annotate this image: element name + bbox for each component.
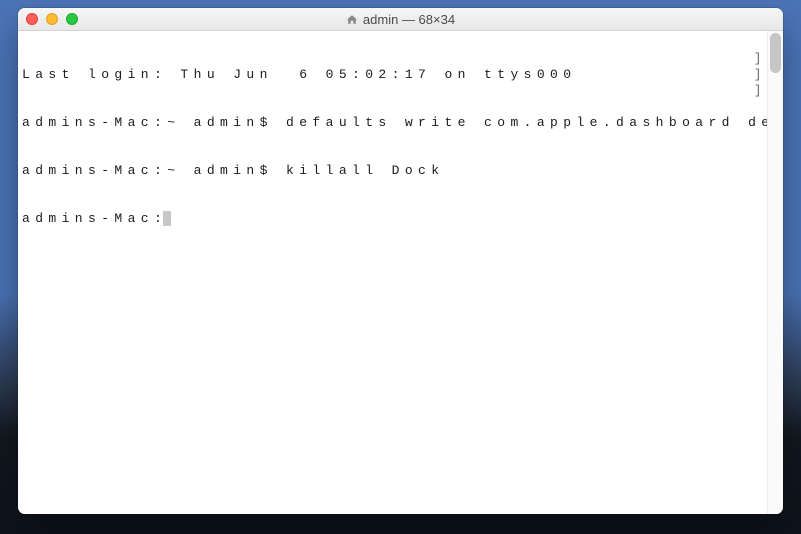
- terminal-prompt-line: admins-Mac:: [22, 211, 761, 227]
- scrollbar-thumb[interactable]: [770, 33, 781, 73]
- terminal-line: admins-Mac:~ admin$ defaults write com.a…: [22, 115, 761, 131]
- desktop-background: admin — 68×34 Last login: Thu Jun 6 05:0…: [0, 0, 801, 534]
- close-button[interactable]: [26, 13, 38, 25]
- terminal-window: admin — 68×34 Last login: Thu Jun 6 05:0…: [18, 8, 783, 514]
- window-title: admin — 68×34: [346, 12, 455, 27]
- terminal-right-margin: ] ] ]: [754, 35, 767, 99]
- terminal-line: Last login: Thu Jun 6 05:02:17 on ttys00…: [22, 67, 761, 83]
- terminal-body[interactable]: Last login: Thu Jun 6 05:02:17 on ttys00…: [18, 31, 783, 514]
- window-title-text: admin — 68×34: [363, 12, 455, 27]
- zoom-button[interactable]: [66, 13, 78, 25]
- traffic-lights: [26, 13, 78, 25]
- terminal-line: admins-Mac:~ admin$ killall Dock: [22, 163, 761, 179]
- terminal-output[interactable]: Last login: Thu Jun 6 05:02:17 on ttys00…: [22, 35, 761, 259]
- window-titlebar[interactable]: admin — 68×34: [18, 8, 783, 31]
- minimize-button[interactable]: [46, 13, 58, 25]
- terminal-cursor: [163, 211, 171, 226]
- scrollbar[interactable]: [767, 31, 783, 514]
- home-icon: [346, 14, 358, 25]
